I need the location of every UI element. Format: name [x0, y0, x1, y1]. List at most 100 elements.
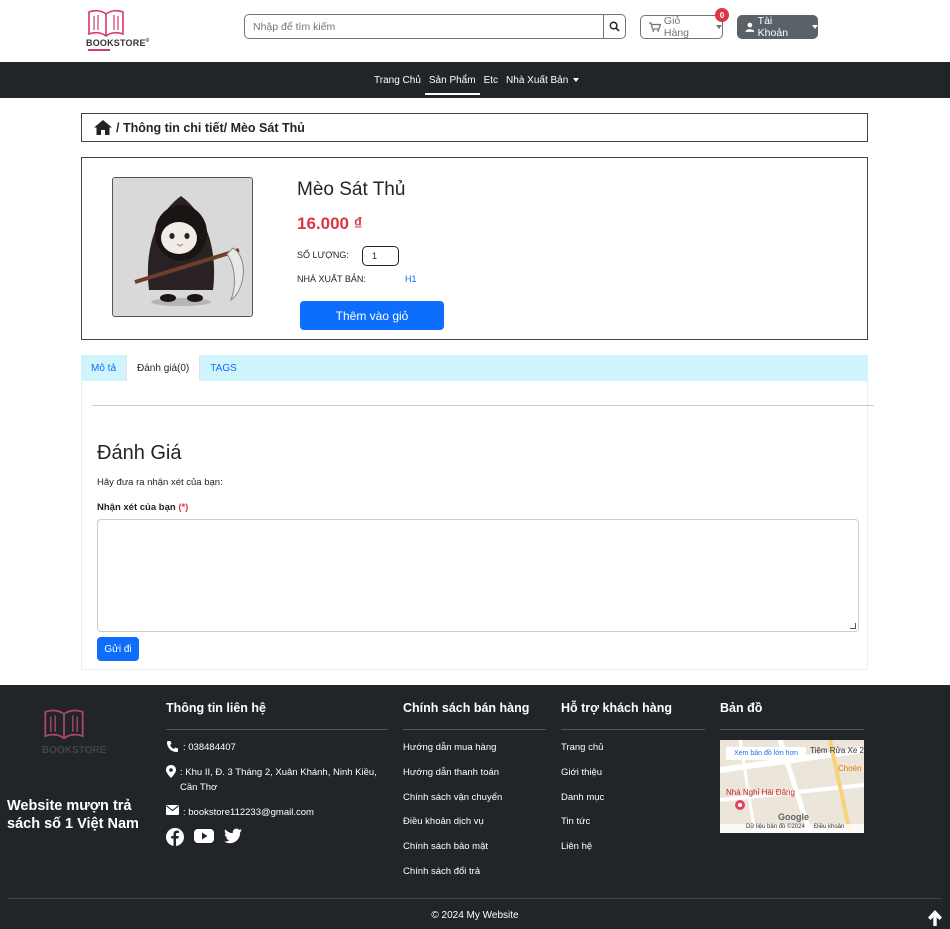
book-logo-icon: [88, 9, 124, 38]
location-pin-icon: [166, 765, 176, 778]
map-attribution: Dữ liệu bản đồ ©2024: [746, 824, 805, 830]
map-place-label: Tiệm Rửa Xe 2: [810, 746, 864, 755]
contact-address: : Khu II, Đ. 3 Tháng 2, Xuân Khánh, Ninh…: [166, 765, 386, 795]
contact-title: Thông tin liên hệ: [166, 701, 266, 715]
support-link[interactable]: Trang chủ: [561, 742, 603, 753]
review-title: Đánh Giá: [97, 442, 182, 464]
cart-icon: [649, 22, 661, 32]
map-terms-link[interactable]: Điều khoản: [814, 824, 844, 830]
resize-handle-icon[interactable]: [850, 623, 856, 629]
embedded-map[interactable]: Xem bản đồ lớn hơn Tiệm Rửa Xe 2 Choén N…: [720, 740, 864, 833]
review-panel: Đánh Giá Hãy đưa ra nhận xét của bạn: Nh…: [81, 381, 874, 670]
review-label-text: Nhận xét của bạn: [97, 502, 176, 513]
search-bar: [244, 14, 626, 39]
site-logo[interactable]: BOOKSTORE®: [86, 8, 156, 52]
book-logo-icon: [44, 709, 84, 740]
footer-logo[interactable]: BOOKSTORE: [42, 707, 122, 767]
nav-item-products[interactable]: Sản Phẩm: [424, 69, 480, 95]
review-field-label: Nhận xét của bạn (*): [97, 502, 188, 513]
breadcrumb-text: / Thông tin chi tiết/ Mèo Sát Thủ: [116, 120, 305, 135]
arrow-up-icon[interactable]: [926, 909, 944, 927]
divider: [166, 729, 388, 730]
quantity-label: SỐ LƯỢNG:: [297, 250, 349, 260]
support-title: Hỗ trợ khách hàng: [561, 701, 672, 715]
search-input[interactable]: [245, 15, 603, 38]
policy-link[interactable]: Hướng dẫn mua hàng: [403, 742, 496, 753]
publisher-link[interactable]: H1: [405, 274, 417, 284]
logo-text: BOOKSTORE®: [86, 38, 150, 48]
cart-button[interactable]: Giỏ Hàng: [640, 15, 723, 39]
policy-title: Chính sách bán hàng: [403, 701, 530, 715]
submit-review-button[interactable]: Gửi đi: [97, 637, 139, 661]
google-logo: Google: [778, 812, 809, 822]
social-links: [166, 828, 242, 846]
chevron-down-icon: [812, 25, 818, 29]
map-place-label: Nhà Nghỉ Hải Đăng: [726, 788, 795, 797]
tab-description[interactable]: Mô tả: [81, 355, 126, 381]
review-textarea[interactable]: [97, 519, 859, 632]
view-larger-map-link[interactable]: Xem bản đồ lớn hơn: [726, 747, 807, 760]
publisher-label: NHÀ XUẤT BẢN:: [297, 274, 366, 284]
tab-tags[interactable]: TAGS: [200, 355, 246, 381]
user-icon: [745, 22, 755, 32]
search-icon: [609, 21, 620, 32]
account-button[interactable]: Tài Khoản: [737, 15, 818, 39]
facebook-icon[interactable]: [166, 828, 184, 846]
cart-label: Giỏ Hàng: [663, 15, 690, 39]
envelope-icon: [166, 805, 179, 815]
product-card: Mèo Sát Thủ 16.000 ₫ SỐ LƯỢNG: 1 NHÀ XUẤ…: [81, 157, 868, 340]
chevron-down-icon: [573, 78, 580, 82]
map-place-label: Choén: [838, 764, 862, 773]
required-mark: (*): [178, 502, 189, 513]
divider: [720, 729, 864, 730]
header: BOOKSTORE® Giỏ Hàng 0 Tài Khoản: [0, 0, 950, 62]
product-image: [112, 177, 253, 317]
phone-icon: [167, 741, 178, 752]
review-prompt: Hãy đưa ra nhận xét của bạn:: [97, 477, 223, 488]
breadcrumb: / Thông tin chi tiết/ Mèo Sát Thủ: [81, 113, 868, 142]
footer-tagline: Website mượn trả sách số 1 Việt Nam: [7, 798, 139, 832]
youtube-icon[interactable]: [194, 828, 214, 844]
nav-item-publishers[interactable]: Nhà Xuất Bản: [502, 69, 583, 91]
support-link[interactable]: Tin tức: [561, 816, 590, 827]
contact-phone-text: : 038484407: [183, 742, 236, 753]
add-to-cart-button[interactable]: Thêm vào giỏ: [300, 301, 444, 330]
home-icon[interactable]: [94, 120, 112, 135]
chevron-down-icon: [716, 25, 722, 29]
divider: [92, 405, 874, 406]
contact-email: : bookstore112233@gmail.com: [166, 805, 314, 820]
support-link[interactable]: Liên hệ: [561, 841, 592, 852]
cart-count-badge: 0: [715, 8, 729, 22]
logo-underline: [88, 49, 110, 51]
divider: [8, 898, 942, 899]
main-navbar: Trang Chủ Sản Phẩm Etc Nhà Xuất Bản: [0, 62, 950, 98]
copyright: © 2024 My Website: [431, 910, 519, 921]
support-link[interactable]: Giới thiệu: [561, 767, 602, 778]
divider: [403, 729, 546, 730]
account-label: Tài Khoản: [757, 15, 789, 39]
nav-item-etc[interactable]: Etc: [480, 69, 502, 91]
quantity-input[interactable]: 1: [362, 246, 399, 266]
map-title: Bản đồ: [720, 701, 763, 715]
contact-email-text: : bookstore112233@gmail.com: [183, 807, 314, 818]
product-tabs: Mô tả Đánh giá(0) TAGS: [81, 355, 868, 381]
contact-phone: : 038484407: [166, 740, 236, 755]
product-price: 16.000 ₫: [297, 214, 363, 233]
policy-link[interactable]: Điều khoản dịch vụ: [403, 816, 484, 827]
footer: BOOKSTORE Website mượn trả sách số 1 Việ…: [0, 685, 950, 929]
cat-reaper-image: [113, 178, 252, 316]
search-button[interactable]: [603, 15, 625, 38]
policy-link[interactable]: Chính sách bảo mật: [403, 841, 488, 852]
policy-link[interactable]: Chính sách vận chuyển: [403, 792, 502, 803]
twitter-icon[interactable]: [224, 828, 242, 844]
policy-link[interactable]: Hướng dẫn thanh toán: [403, 767, 499, 778]
nav-item-publishers-label: Nhà Xuất Bản: [506, 74, 569, 86]
tab-reviews[interactable]: Đánh giá(0): [126, 355, 201, 381]
contact-address-text: : Khu II, Đ. 3 Tháng 2, Xuân Khánh, Ninh…: [180, 767, 377, 793]
product-title: Mèo Sát Thủ: [297, 179, 406, 200]
support-link[interactable]: Danh mục: [561, 792, 604, 803]
nav-item-home[interactable]: Trang Chủ: [370, 69, 425, 91]
policy-link[interactable]: Chính sách đổi trả: [403, 866, 480, 877]
footer-logo-text: BOOKSTORE: [42, 745, 107, 756]
divider: [561, 729, 705, 730]
